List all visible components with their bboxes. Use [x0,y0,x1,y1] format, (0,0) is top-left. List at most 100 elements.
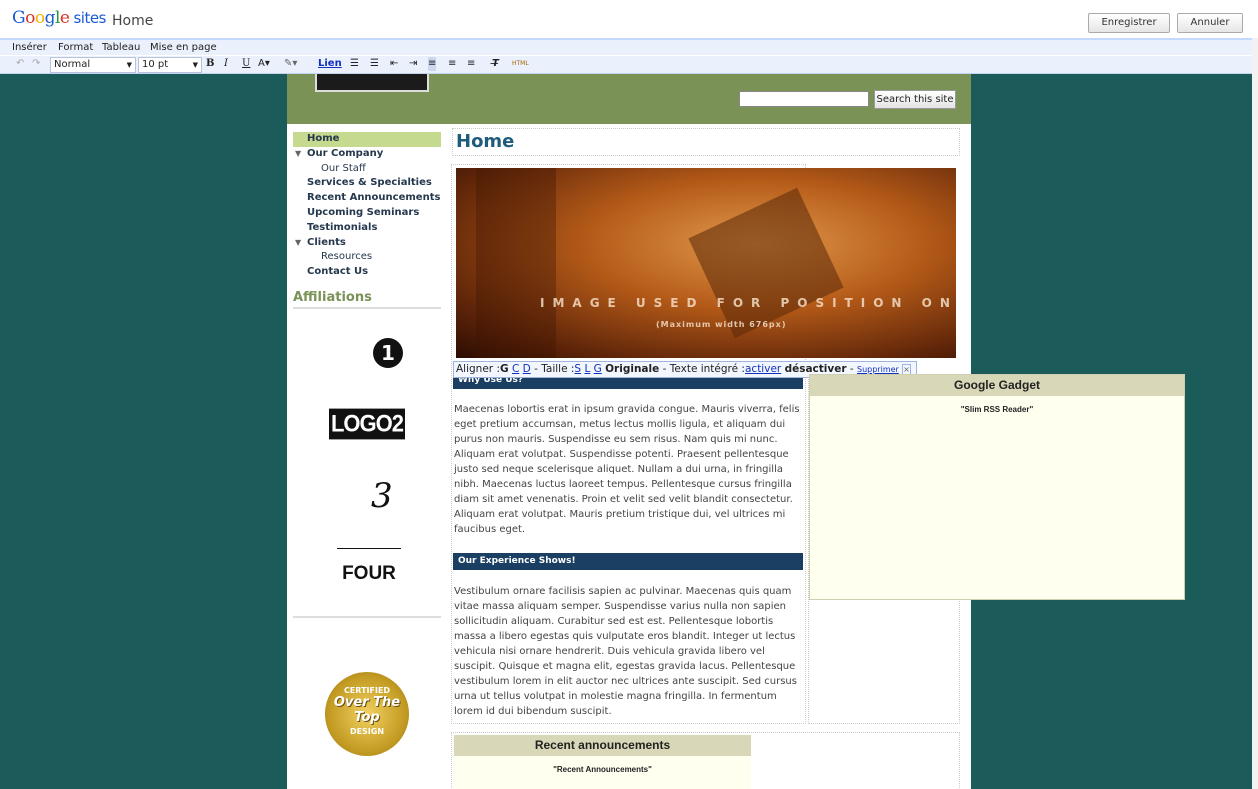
style-select[interactable]: Normal ▼ [50,57,136,73]
link-button[interactable]: Lien [318,57,342,71]
italic-button[interactable]: I [224,57,228,71]
nav-label: Services & Specialties [307,177,432,189]
menu-insert[interactable]: Insérer [12,42,47,53]
chevron-down-icon: ▼ [192,61,198,69]
undo-icon[interactable]: ↶ [16,57,24,71]
section-heading: Our Experience Shows! [453,553,803,570]
site-header: Search this site [287,74,971,124]
sidebar-divider [293,616,441,618]
nav-label: Our Staff [321,162,366,174]
size-s-option[interactable]: S [574,363,581,375]
size-original-option[interactable]: Originale [605,363,659,375]
chevron-down-icon: ▼ [126,61,132,69]
size-g-option[interactable]: G [594,363,602,375]
certified-badge: CERTIFIED Over The Top DESIGN [325,672,409,756]
scrollbar[interactable] [1252,38,1258,789]
nav-label: Recent Announcements [307,192,441,204]
wrap-activate-option[interactable]: activer [745,363,781,375]
nav-label: Contact Us [307,266,369,278]
size-select[interactable]: 10 pt ▼ [138,57,202,73]
align-center-icon[interactable]: ≡ [448,57,456,71]
align-c-option[interactable]: C [512,363,519,375]
cancel-button[interactable]: Annuler [1177,13,1243,33]
nav-label: Home [307,133,340,144]
style-select-value: Normal [54,59,91,70]
align-d-option[interactable]: D [523,363,531,375]
align-right-icon[interactable]: ≡ [467,57,475,71]
image-subcaption: (Maximum width 676px) [656,320,787,329]
nav-item-clients[interactable]: ▼ Clients [293,236,441,251]
highlight-icon[interactable]: ✎▾ [284,57,297,71]
badge-top-text: CERTIFIED [343,686,391,695]
numbered-list-icon[interactable]: ☰ [350,57,359,71]
nav-label: Testimonials [307,221,378,233]
nav-label: Our Company [307,147,384,159]
align-label: Aligner : [456,363,500,375]
nav-item-testimonials[interactable]: Testimonials [293,221,441,236]
gadget-title: Google Gadget [810,375,1184,396]
calculator-shape [688,187,844,339]
top-bar: Google sites Home Enregistrer Annuler [0,0,1258,40]
underline-button[interactable]: U [242,57,250,71]
nav-item-seminars[interactable]: Upcoming Seminars [293,206,441,221]
nav-label: Upcoming Seminars [307,206,420,218]
nav-item-our-staff[interactable]: Our Staff [293,162,441,177]
announcements-title: Recent announcements [454,735,751,756]
indent-more-icon[interactable]: ⇥ [409,57,417,71]
text-color-icon[interactable]: A▾ [258,57,270,71]
wrap-label: - Texte intégré : [662,363,745,375]
announcements-gadget[interactable]: Recent announcements "Recent Announcemen… [454,735,751,789]
logo-two: LOGO2 [329,408,405,440]
google-sites-logo[interactable]: Google sites [12,8,106,28]
menu-format[interactable]: Format [58,42,93,53]
site-logo [315,74,429,92]
caret-down-icon[interactable]: ▼ [295,147,301,161]
size-label: - Taille : [534,363,575,375]
size-select-value: 10 pt [142,59,169,70]
menu-bar: Insérer Format Tableau Mise en page [0,40,1258,55]
bullet-list-icon[interactable]: ☰ [370,57,379,71]
nav-item-resources[interactable]: Resources [293,250,441,265]
search-button[interactable]: Search this site [874,90,956,109]
logo-one: 1 [373,338,403,368]
align-left-icon[interactable]: ≡ [428,57,437,71]
nav-label: Resources [321,251,373,263]
redo-icon[interactable]: ↷ [32,57,40,71]
menu-table[interactable]: Tableau [102,42,140,53]
image-caption: IMAGE USED FOR POSITION ONLY [540,296,956,310]
caduceus-shape [476,168,556,358]
clear-format-icon[interactable]: T̶ [492,57,499,71]
affiliations-title: Affiliations [293,290,441,309]
logo-three: 3 [371,476,393,516]
nav-item-contact[interactable]: Contact Us [293,265,441,280]
menu-layout[interactable]: Mise en page [150,42,217,53]
editor-toolbar: ↶ ↷ Normal ▼ 10 pt ▼ B I U A▾ ✎▾ Lien ☰ ☰ … [0,56,1258,74]
caret-down-icon[interactable]: ▼ [295,236,301,250]
html-button[interactable]: HTML [512,57,529,71]
logo-four: FOUR [337,548,401,585]
announcements-subtitle: "Recent Announcements" [553,765,652,774]
nav-item-services[interactable]: Services & Specialties [293,176,441,191]
header-image[interactable]: IMAGE USED FOR POSITION ONLY (Maximum wi… [456,168,956,358]
nav-label: Clients [307,236,346,248]
align-g-option[interactable]: G [500,363,509,375]
page-title-box[interactable]: Home [452,128,960,156]
save-button[interactable]: Enregistrer [1088,13,1170,33]
nav-item-announcements[interactable]: Recent Announcements [293,191,441,206]
section-text: Vestibulum ornare facilisis sapien ac pu… [454,586,797,717]
badge-bottom-text: DESIGN [349,727,385,736]
badge-mid-text: Over The Top [333,695,401,725]
nav-item-home[interactable]: Home [293,132,441,147]
sidebar-nav: Home ▼ Our Company Our Staff Services & S… [293,132,441,280]
google-gadget[interactable]: Google Gadget "Slim RSS Reader" [809,374,1185,600]
nav-item-our-company[interactable]: ▼ Our Company [293,147,441,162]
bold-button[interactable]: B [206,57,214,71]
section-text: Maecenas lobortis erat in ipsum gravida … [454,404,800,535]
search-input[interactable] [739,91,869,107]
gadget-subtitle: "Slim RSS Reader" [960,405,1034,414]
size-l-option[interactable]: L [584,363,590,375]
page-name: Home [112,13,154,29]
page-title: Home [456,131,515,152]
indent-less-icon[interactable]: ⇤ [390,57,398,71]
remove-image-link[interactable]: Supprimer [857,365,899,374]
